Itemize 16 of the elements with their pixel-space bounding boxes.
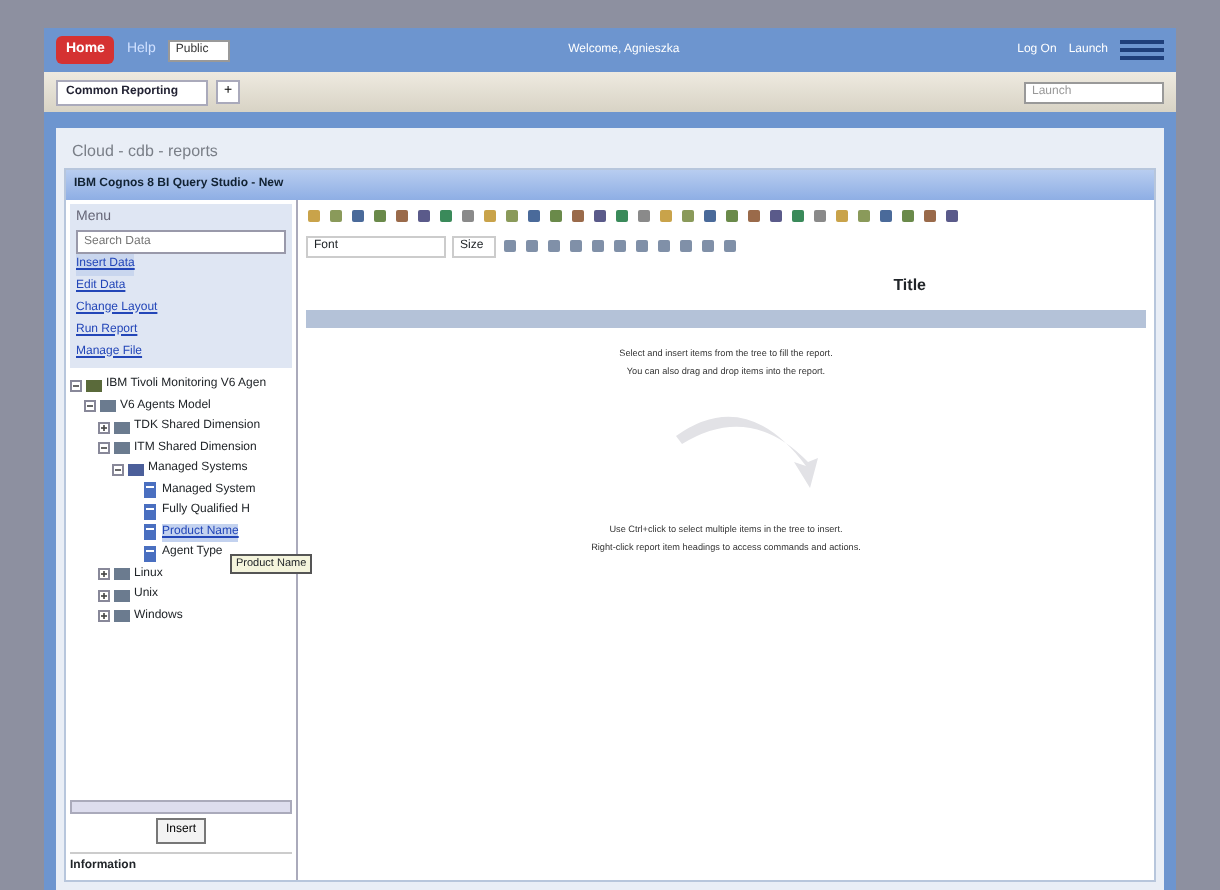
collapse-icon[interactable] [70, 379, 82, 392]
expand-icon[interactable] [98, 568, 110, 581]
expand-icon[interactable] [98, 610, 110, 623]
collapse-icon[interactable] [98, 442, 110, 455]
scrollbar[interactable] [70, 800, 292, 814]
collapse-icon[interactable] [112, 463, 124, 476]
logo-icon [1120, 38, 1164, 62]
collapse-icon[interactable] [84, 400, 96, 413]
data-item-icon [142, 545, 158, 562]
expand-icon[interactable] [98, 421, 110, 434]
breadcrumb: Cloud - cdb - reports [70, 140, 220, 164]
data-item-icon [142, 503, 158, 520]
data-item-icon [142, 482, 158, 499]
expand-icon[interactable] [98, 589, 110, 602]
data-item-icon [142, 524, 158, 541]
report-title: Title [891, 274, 928, 298]
